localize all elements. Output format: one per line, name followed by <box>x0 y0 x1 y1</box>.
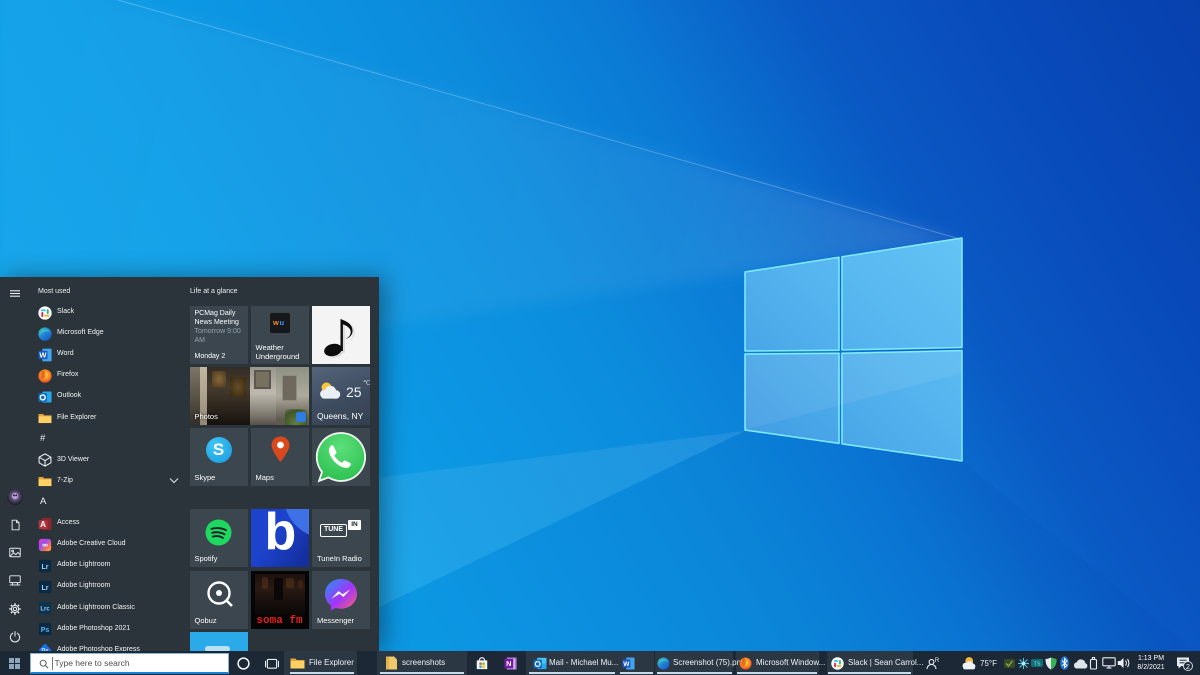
svg-text:∞: ∞ <box>42 540 48 549</box>
svg-text:Lr: Lr <box>42 563 49 570</box>
svg-text:Lrc: Lrc <box>40 607 50 613</box>
svg-text:Ps: Ps <box>41 627 50 634</box>
svg-text:Lr: Lr <box>42 584 49 591</box>
svg-text:W: W <box>39 350 47 359</box>
svg-text:N: N <box>506 659 511 668</box>
svg-text:R: R <box>935 658 940 664</box>
svg-text:A: A <box>40 519 46 528</box>
svg-text:TS: TS <box>1033 661 1040 667</box>
svg-text:W: W <box>623 660 630 667</box>
